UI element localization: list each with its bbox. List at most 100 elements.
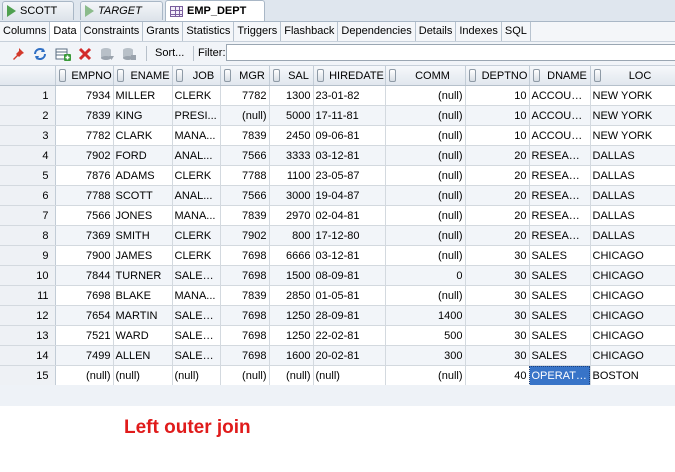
- cell-sal[interactable]: 1250: [269, 305, 314, 326]
- cell-loc[interactable]: CHICAGO: [590, 245, 675, 266]
- cell-sal[interactable]: 2850: [269, 285, 314, 306]
- cell-mgr[interactable]: 7698: [220, 305, 270, 326]
- cell-sal[interactable]: 2970: [269, 205, 314, 226]
- cell-sal[interactable]: 1100: [269, 165, 314, 186]
- cell-deptno[interactable]: 30: [465, 325, 530, 346]
- cell-loc[interactable]: BOSTON: [590, 365, 675, 386]
- row-number[interactable]: 5: [0, 165, 56, 186]
- cell-comm[interactable]: (null): [385, 205, 466, 226]
- cell-deptno[interactable]: 30: [465, 305, 530, 326]
- cell-comm[interactable]: (null): [385, 225, 466, 246]
- cell-ename[interactable]: ADAMS: [113, 165, 173, 186]
- cell-hiredate[interactable]: 28-09-81: [313, 305, 386, 326]
- cell-deptno[interactable]: 10: [465, 105, 530, 126]
- column-header-deptno[interactable]: DEPTNO: [465, 66, 530, 86]
- cell-dname[interactable]: RESEARCH: [529, 205, 591, 226]
- cell-ename[interactable]: BLAKE: [113, 285, 173, 306]
- cell-job[interactable]: (null): [172, 365, 221, 386]
- cell-dname[interactable]: RESEARCH: [529, 185, 591, 206]
- cell-job[interactable]: PRESI...: [172, 105, 221, 126]
- cell-loc[interactable]: CHICAGO: [590, 285, 675, 306]
- filter-input[interactable]: [226, 44, 675, 61]
- cell-ename[interactable]: JONES: [113, 205, 173, 226]
- column-header-sal[interactable]: SAL: [269, 66, 314, 86]
- row-number[interactable]: 1: [0, 85, 56, 106]
- cell-loc[interactable]: DALLAS: [590, 165, 675, 186]
- cell-sal[interactable]: 2450: [269, 125, 314, 146]
- cell-hiredate[interactable]: 17-12-80: [313, 225, 386, 246]
- table-row[interactable]: 3 7782 CLARK MANA... 7839 2450 09-06-81 (null) 1…: [0, 125, 675, 146]
- cell-mgr[interactable]: 7839: [220, 205, 270, 226]
- cell-ename[interactable]: CLARK: [113, 125, 173, 146]
- cell-deptno[interactable]: 20: [465, 165, 530, 186]
- cell-empno[interactable]: 7782: [55, 125, 114, 146]
- cell-dname[interactable]: SALES: [529, 245, 591, 266]
- row-number[interactable]: 6: [0, 185, 56, 206]
- cell-empno[interactable]: 7934: [55, 85, 114, 106]
- cell-loc[interactable]: DALLAS: [590, 145, 675, 166]
- cell-empno[interactable]: (null): [55, 365, 114, 386]
- cell-empno[interactable]: 7499: [55, 345, 114, 366]
- cell-sal[interactable]: 1250: [269, 325, 314, 346]
- row-number[interactable]: 10: [0, 265, 56, 286]
- cell-dname[interactable]: ACCOUN...: [529, 125, 591, 146]
- editor-tab-scott[interactable]: SCOTT: [2, 1, 74, 20]
- cell-empno[interactable]: 7369: [55, 225, 114, 246]
- editor-tab-emp-dept[interactable]: EMP_DEPT: [165, 0, 265, 21]
- cell-dname[interactable]: RESEARCH: [529, 145, 591, 166]
- cell-loc[interactable]: NEW YORK: [590, 125, 675, 146]
- cell-sal[interactable]: 1500: [269, 265, 314, 286]
- cell-mgr[interactable]: 7782: [220, 85, 270, 106]
- cell-dname[interactable]: RESEARCH: [529, 225, 591, 246]
- column-sort-icon[interactable]: [316, 69, 324, 82]
- cell-deptno[interactable]: 30: [465, 245, 530, 266]
- column-header-mgr[interactable]: MGR: [220, 66, 270, 86]
- cell-mgr[interactable]: 7839: [220, 125, 270, 146]
- cell-job[interactable]: MANA...: [172, 205, 221, 226]
- cell-hiredate[interactable]: 09-06-81: [313, 125, 386, 146]
- cell-ename[interactable]: ALLEN: [113, 345, 173, 366]
- cell-ename[interactable]: MILLER: [113, 85, 173, 106]
- cell-comm[interactable]: (null): [385, 85, 466, 106]
- cell-deptno[interactable]: 30: [465, 285, 530, 306]
- tab-columns[interactable]: Columns: [0, 22, 51, 41]
- row-number[interactable]: 15: [0, 365, 56, 386]
- tab-indexes[interactable]: Indexes: [456, 22, 502, 41]
- cell-job[interactable]: SALES...: [172, 265, 221, 286]
- table-row[interactable]: 15 (null) (null) (null) (null) (null) (null) (n…: [0, 365, 675, 386]
- cell-dname[interactable]: SALES: [529, 345, 591, 366]
- cell-empno[interactable]: 7698: [55, 285, 114, 306]
- cell-deptno[interactable]: 10: [465, 125, 530, 146]
- cell-hiredate[interactable]: 01-05-81: [313, 285, 386, 306]
- table-row[interactable]: 10 7844 TURNER SALES... 7698 1500 08-09-81 0 30 S…: [0, 265, 675, 286]
- cell-dname[interactable]: OPERATI...: [529, 365, 591, 386]
- column-header-loc[interactable]: LOC: [590, 66, 675, 86]
- cell-hiredate[interactable]: 23-01-82: [313, 85, 386, 106]
- cell-mgr[interactable]: 7566: [220, 185, 270, 206]
- cell-sal[interactable]: 1600: [269, 345, 314, 366]
- cell-loc[interactable]: NEW YORK: [590, 105, 675, 126]
- cell-mgr[interactable]: 7788: [220, 165, 270, 186]
- cell-mgr[interactable]: (null): [220, 105, 270, 126]
- cell-comm[interactable]: 1400: [385, 305, 466, 326]
- cell-mgr[interactable]: 7902: [220, 225, 270, 246]
- column-sort-icon[interactable]: [532, 69, 540, 82]
- cell-sal[interactable]: 6666: [269, 245, 314, 266]
- cell-job[interactable]: CLERK: [172, 225, 221, 246]
- cell-ename[interactable]: JAMES: [113, 245, 173, 266]
- table-row[interactable]: 9 7900 JAMES CLERK 7698 6666 03-12-81 (null) 30 S…: [0, 245, 675, 266]
- cell-job[interactable]: CLERK: [172, 165, 221, 186]
- cell-empno[interactable]: 7566: [55, 205, 114, 226]
- cell-hiredate[interactable]: 23-05-87: [313, 165, 386, 186]
- cell-deptno[interactable]: 40: [465, 365, 530, 386]
- cell-mgr[interactable]: 7698: [220, 345, 270, 366]
- table-row[interactable]: 2 7839 KING PRESI... (null) 5000 17-11-81 (null…: [0, 105, 675, 126]
- cell-comm[interactable]: (null): [385, 125, 466, 146]
- cell-ename[interactable]: KING: [113, 105, 173, 126]
- cell-job[interactable]: MANA...: [172, 285, 221, 306]
- cell-sal[interactable]: 5000: [269, 105, 314, 126]
- cell-job[interactable]: SALES...: [172, 325, 221, 346]
- cell-comm[interactable]: 500: [385, 325, 466, 346]
- cell-deptno[interactable]: 20: [465, 205, 530, 226]
- cell-deptno[interactable]: 20: [465, 225, 530, 246]
